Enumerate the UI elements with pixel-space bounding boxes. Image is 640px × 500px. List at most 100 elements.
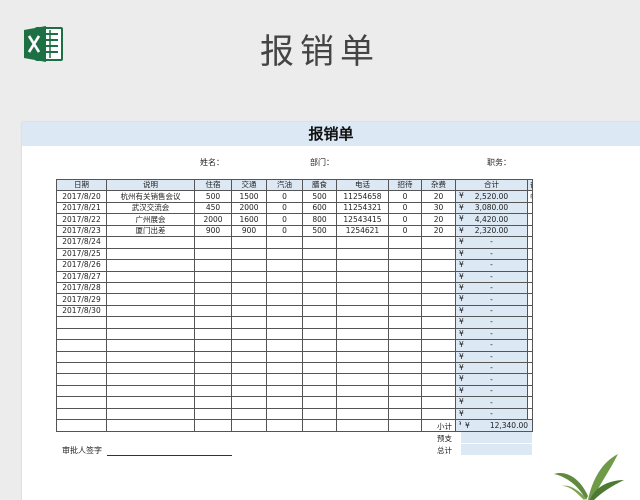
cell-phone[interactable]	[336, 327, 389, 341]
cell-remarks[interactable]	[527, 201, 533, 215]
cell-fuel[interactable]	[266, 270, 303, 283]
cell-transport[interactable]	[231, 293, 267, 306]
cell-date[interactable]: 2017/8/26	[56, 259, 107, 272]
cell-date[interactable]: 2017/8/28	[56, 281, 107, 295]
cell-transport[interactable]: 900	[231, 224, 267, 238]
cell-misc[interactable]	[421, 407, 456, 421]
col-header-remarks[interactable]: 备注	[527, 178, 533, 192]
cell-misc[interactable]	[421, 281, 456, 295]
cell-remarks[interactable]	[527, 373, 533, 386]
cell-fuel[interactable]	[266, 384, 303, 398]
cell-phone[interactable]	[336, 281, 389, 295]
cell-date[interactable]: 2017/8/27	[56, 270, 107, 283]
col-header-date[interactable]: 日期	[56, 178, 107, 192]
cell-description[interactable]	[106, 419, 195, 432]
cell-total[interactable]: ¥-	[455, 373, 528, 386]
cell-entertainment[interactable]	[388, 259, 422, 272]
cell-meals[interactable]	[302, 316, 337, 329]
cell-remarks[interactable]	[527, 236, 533, 249]
cell-entertainment[interactable]	[388, 407, 422, 421]
cell-total[interactable]: ¥-	[455, 304, 528, 318]
cell-phone[interactable]: 11254658	[336, 190, 389, 203]
cell-meals[interactable]	[302, 361, 337, 375]
cell-entertainment[interactable]	[388, 339, 422, 352]
cell-transport[interactable]: 2000	[231, 201, 267, 215]
cell-misc[interactable]	[421, 293, 456, 306]
cell-phone[interactable]	[336, 350, 389, 364]
cell-remarks[interactable]	[527, 270, 533, 283]
cell-meals[interactable]	[302, 339, 337, 352]
cell-fuel[interactable]: 0	[266, 213, 303, 226]
cell-meals[interactable]	[302, 327, 337, 341]
cell-misc[interactable]	[421, 259, 456, 272]
cell-description[interactable]	[106, 350, 195, 364]
cell-entertainment[interactable]	[388, 361, 422, 375]
cell-date[interactable]	[56, 396, 107, 409]
cell-entertainment[interactable]	[388, 396, 422, 409]
cell-transport[interactable]	[231, 304, 267, 318]
cell-total[interactable]: ¥-	[455, 327, 528, 341]
col-header-entertainment[interactable]: 招待	[388, 178, 422, 192]
cell-lodging[interactable]	[194, 407, 232, 421]
cell-total[interactable]: ¥-	[455, 316, 528, 329]
cell-phone[interactable]	[336, 236, 389, 249]
cell-remarks[interactable]	[527, 384, 533, 398]
cell-description[interactable]	[106, 339, 195, 352]
cell-misc[interactable]: 20	[421, 224, 456, 238]
cell-entertainment[interactable]: 0	[388, 190, 422, 203]
cell-fuel[interactable]	[266, 350, 303, 364]
cell-transport[interactable]	[231, 396, 267, 409]
cell-misc[interactable]: 30	[421, 201, 456, 215]
cell-entertainment[interactable]: 0	[388, 224, 422, 238]
cell-lodging[interactable]: 500	[194, 190, 232, 203]
cell-description[interactable]: 杭州有关销售会议	[106, 190, 195, 203]
cell-total[interactable]: ¥-	[455, 339, 528, 352]
cell-misc[interactable]	[421, 327, 456, 341]
cell-remarks[interactable]	[527, 350, 533, 364]
col-header-misc[interactable]: 杂费	[421, 178, 456, 192]
cell-phone[interactable]	[336, 293, 389, 306]
cell-phone[interactable]: 12543415	[336, 213, 389, 226]
cell-meals[interactable]	[302, 236, 337, 249]
cell-description[interactable]	[106, 236, 195, 249]
subtotal-cell[interactable]: ¥ 12,340.00	[461, 420, 532, 431]
cell-fuel[interactable]: 0	[266, 190, 303, 203]
cell-remarks[interactable]	[527, 361, 533, 375]
cell-misc[interactable]: 20	[421, 190, 456, 203]
cell-transport[interactable]	[231, 327, 267, 341]
cell-misc[interactable]	[421, 270, 456, 283]
cell-total[interactable]: ¥-	[455, 361, 528, 375]
cell-meals[interactable]	[302, 247, 337, 261]
grand-total-cell[interactable]	[461, 444, 532, 455]
cell-date[interactable]: 2017/8/24	[56, 236, 107, 249]
cell-transport[interactable]: 1500	[231, 190, 267, 203]
cell-lodging[interactable]	[194, 281, 232, 295]
cell-remarks[interactable]	[527, 396, 533, 409]
cell-entertainment[interactable]	[388, 327, 422, 341]
cell-fuel[interactable]	[266, 407, 303, 421]
cell-fuel[interactable]	[266, 281, 303, 295]
cell-lodging[interactable]	[194, 396, 232, 409]
cell-lodging[interactable]	[194, 259, 232, 272]
cell-total[interactable]: ¥3,080.00	[455, 201, 528, 215]
cell-misc[interactable]	[421, 350, 456, 364]
cell-lodging[interactable]	[194, 419, 232, 432]
cell-total[interactable]: ¥-	[455, 407, 528, 421]
cell-phone[interactable]	[336, 396, 389, 409]
cell-description[interactable]	[106, 327, 195, 341]
cell-description[interactable]	[106, 316, 195, 329]
cell-misc[interactable]	[421, 247, 456, 261]
cell-meals[interactable]: 500	[302, 224, 337, 238]
cell-entertainment[interactable]	[388, 247, 422, 261]
cell-description[interactable]	[106, 293, 195, 306]
cell-date[interactable]: 2017/8/20	[56, 190, 107, 203]
cell-fuel[interactable]	[266, 327, 303, 341]
cell-total[interactable]: ¥-	[455, 281, 528, 295]
cell-fuel[interactable]	[266, 339, 303, 352]
cell-phone[interactable]	[336, 419, 389, 432]
cell-entertainment[interactable]	[388, 350, 422, 364]
cell-phone[interactable]: 1254621	[336, 224, 389, 238]
cell-total[interactable]: ¥-	[455, 396, 528, 409]
cell-meals[interactable]	[302, 270, 337, 283]
cell-entertainment[interactable]	[388, 281, 422, 295]
